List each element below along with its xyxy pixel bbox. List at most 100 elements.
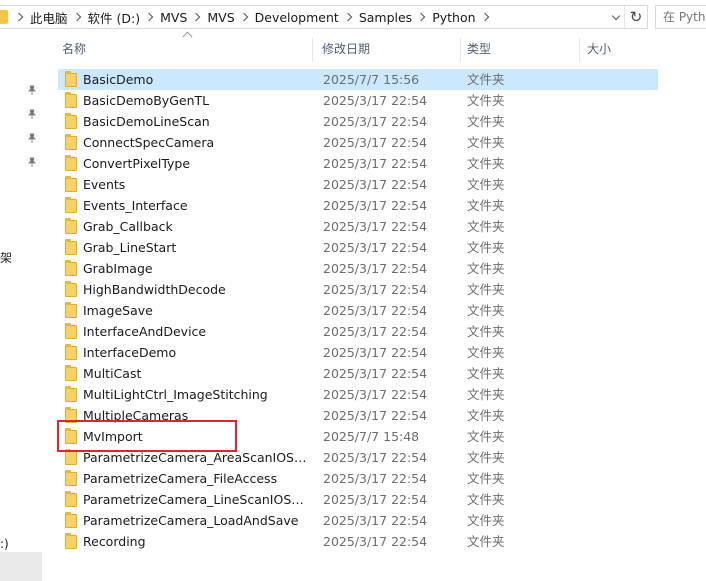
chevron-right-icon[interactable]	[192, 12, 201, 22]
folder-icon	[65, 260, 77, 276]
file-row[interactable]: ConnectSpecCamera 2025/3/17 22:54 文件夹	[58, 132, 658, 153]
folder-icon	[65, 113, 77, 129]
column-divider[interactable]	[312, 38, 313, 62]
folder-icon	[65, 239, 77, 255]
column-size[interactable]: 大小	[587, 34, 667, 62]
file-name: ParametrizeCamera_FileAccess	[83, 471, 278, 486]
file-row[interactable]: ParametrizeCamera_LineScanIOSettin... 202…	[58, 489, 658, 510]
file-name: MultiCast	[83, 366, 142, 381]
search-input[interactable]	[656, 6, 706, 28]
chevron-right-icon[interactable]	[343, 12, 353, 22]
file-row[interactable]: ConvertPixelType 2025/3/17 22:54 文件夹	[58, 153, 658, 174]
pin-icon[interactable]	[27, 132, 37, 143]
file-row[interactable]: ParametrizeCamera_AreaScanIOSetti... 2025…	[58, 447, 658, 468]
file-date-modified: 2025/3/17 22:54	[323, 282, 428, 297]
file-row[interactable]: Recording 2025/3/17 22:54 文件夹	[58, 531, 658, 552]
address-bar[interactable]: 此电脑 软件 (D:) MVS MVS Development Samples …	[0, 5, 648, 29]
folder-icon	[65, 155, 77, 171]
chevron-right-icon[interactable]	[480, 12, 489, 22]
breadcrumb-mvs[interactable]: MVS	[160, 10, 187, 25]
refresh-button[interactable]: ↻	[624, 6, 647, 28]
breadcrumb-development[interactable]: Development	[255, 10, 339, 25]
folder-icon	[65, 281, 77, 297]
breadcrumb-this-pc[interactable]: 此电脑	[30, 8, 68, 27]
file-row[interactable]: BasicDemoLineScan 2025/3/17 22:54 文件夹	[58, 111, 658, 132]
file-row[interactable]: BasicDemoByGenTL 2025/3/17 22:54 文件夹	[58, 90, 658, 111]
file-name: Grab_LineStart	[83, 240, 177, 255]
file-row[interactable]: MultiCast 2025/3/17 22:54 文件夹	[58, 363, 658, 384]
file-type: 文件夹	[467, 345, 505, 360]
file-row[interactable]: BasicDemo 2025/7/7 15:56 文件夹	[58, 69, 658, 90]
file-name: MultipleCameras	[83, 408, 189, 423]
breadcrumb-samples[interactable]: Samples	[359, 10, 412, 25]
file-type: 文件夹	[467, 408, 505, 423]
column-type-label: 类型	[467, 41, 492, 56]
file-type: 文件夹	[467, 72, 505, 87]
folder-icon	[65, 533, 77, 549]
file-name: BasicDemoLineScan	[83, 114, 210, 129]
file-row[interactable]: MvImport 2025/7/7 15:48 文件夹	[58, 426, 658, 447]
file-row[interactable]: Events 2025/3/17 22:54 文件夹	[58, 174, 658, 195]
file-name: ParametrizeCamera_AreaScanIOSetti...	[83, 450, 309, 465]
file-row[interactable]: InterfaceDemo 2025/3/17 22:54 文件夹	[58, 342, 658, 363]
address-history-dropdown[interactable]	[608, 6, 624, 28]
file-date-modified: 2025/3/17 22:54	[323, 408, 428, 423]
file-type: 文件夹	[467, 387, 505, 402]
breadcrumb-python[interactable]: Python	[432, 10, 475, 25]
file-row[interactable]: Grab_LineStart 2025/3/17 22:54 文件夹	[58, 237, 658, 258]
file-date-modified: 2025/3/17 22:54	[323, 261, 428, 276]
file-date-modified: 2025/3/17 22:54	[323, 345, 428, 360]
file-name: ImageSave	[83, 303, 153, 318]
pin-icon[interactable]	[27, 84, 37, 95]
file-name: ConnectSpecCamera	[83, 135, 215, 150]
file-name: MultiLightCtrl_ImageStitching	[83, 387, 268, 402]
file-row[interactable]: MultipleCameras 2025/3/17 22:54 文件夹	[58, 405, 658, 426]
pin-icon[interactable]	[27, 108, 37, 119]
file-date-modified: 2025/7/7 15:56	[323, 72, 420, 87]
file-row[interactable]: ImageSave 2025/3/17 22:54 文件夹	[58, 300, 658, 321]
chevron-right-icon[interactable]	[144, 12, 154, 22]
folder-icon	[65, 71, 77, 87]
chevron-right-icon[interactable]	[416, 12, 426, 22]
folder-icon	[65, 428, 77, 444]
breadcrumb-drive-d[interactable]: 软件 (D:)	[88, 8, 141, 27]
breadcrumb: 此电脑 软件 (D:) MVS MVS Development Samples …	[10, 6, 496, 28]
file-row[interactable]: ParametrizeCamera_LoadAndSave 2025/3/17 2…	[58, 510, 658, 531]
pin-icon[interactable]	[27, 156, 37, 167]
folder-icon	[0, 10, 8, 24]
file-date-modified: 2025/3/17 22:54	[323, 324, 428, 339]
file-row[interactable]: Grab_Callback 2025/3/17 22:54 文件夹	[58, 216, 658, 237]
file-date-modified: 2025/3/17 22:54	[323, 450, 428, 465]
column-type[interactable]: 类型	[467, 34, 577, 62]
file-row[interactable]: MultiLightCtrl_ImageStitching 2025/3/17 2…	[58, 384, 658, 405]
chevron-right-icon[interactable]	[239, 12, 248, 22]
nav-item-label[interactable]: :)	[0, 537, 9, 551]
file-type: 文件夹	[467, 219, 505, 234]
navigation-pane: 架 :)	[0, 34, 42, 581]
file-date-modified: 2025/3/17 22:54	[323, 366, 428, 381]
file-row[interactable]: GrabImage 2025/3/17 22:54 文件夹	[58, 258, 658, 279]
column-header: 名称 修改日期 类型 大小	[42, 31, 706, 62]
file-date-modified: 2025/3/17 22:54	[323, 219, 428, 234]
column-divider[interactable]	[579, 38, 580, 62]
folder-icon	[65, 407, 77, 423]
file-row[interactable]: Events_Interface 2025/3/17 22:54 文件夹	[58, 195, 658, 216]
column-date-modified[interactable]: 修改日期	[322, 34, 462, 62]
file-row[interactable]: HighBandwidthDecode 2025/3/17 22:54 文件夹	[58, 279, 658, 300]
column-divider[interactable]	[460, 38, 461, 62]
file-type: 文件夹	[467, 198, 505, 213]
file-type: 文件夹	[467, 93, 505, 108]
file-name: BasicDemoByGenTL	[83, 93, 210, 108]
folder-icon	[65, 92, 77, 108]
search-box[interactable]	[655, 5, 706, 29]
file-row[interactable]: InterfaceAndDevice 2025/3/17 22:54 文件夹	[58, 321, 658, 342]
nav-item-label[interactable]: 架	[0, 249, 12, 266]
chevron-right-icon[interactable]	[72, 12, 81, 22]
column-name[interactable]: 名称	[62, 34, 310, 62]
file-date-modified: 2025/3/17 22:54	[323, 156, 428, 171]
file-date-modified: 2025/3/17 22:54	[323, 135, 428, 150]
breadcrumb-mvs-2[interactable]: MVS	[207, 10, 234, 25]
folder-icon	[65, 197, 77, 213]
file-row[interactable]: ParametrizeCamera_FileAccess 2025/3/17 22…	[58, 468, 658, 489]
chevron-right-icon[interactable]	[14, 12, 24, 22]
